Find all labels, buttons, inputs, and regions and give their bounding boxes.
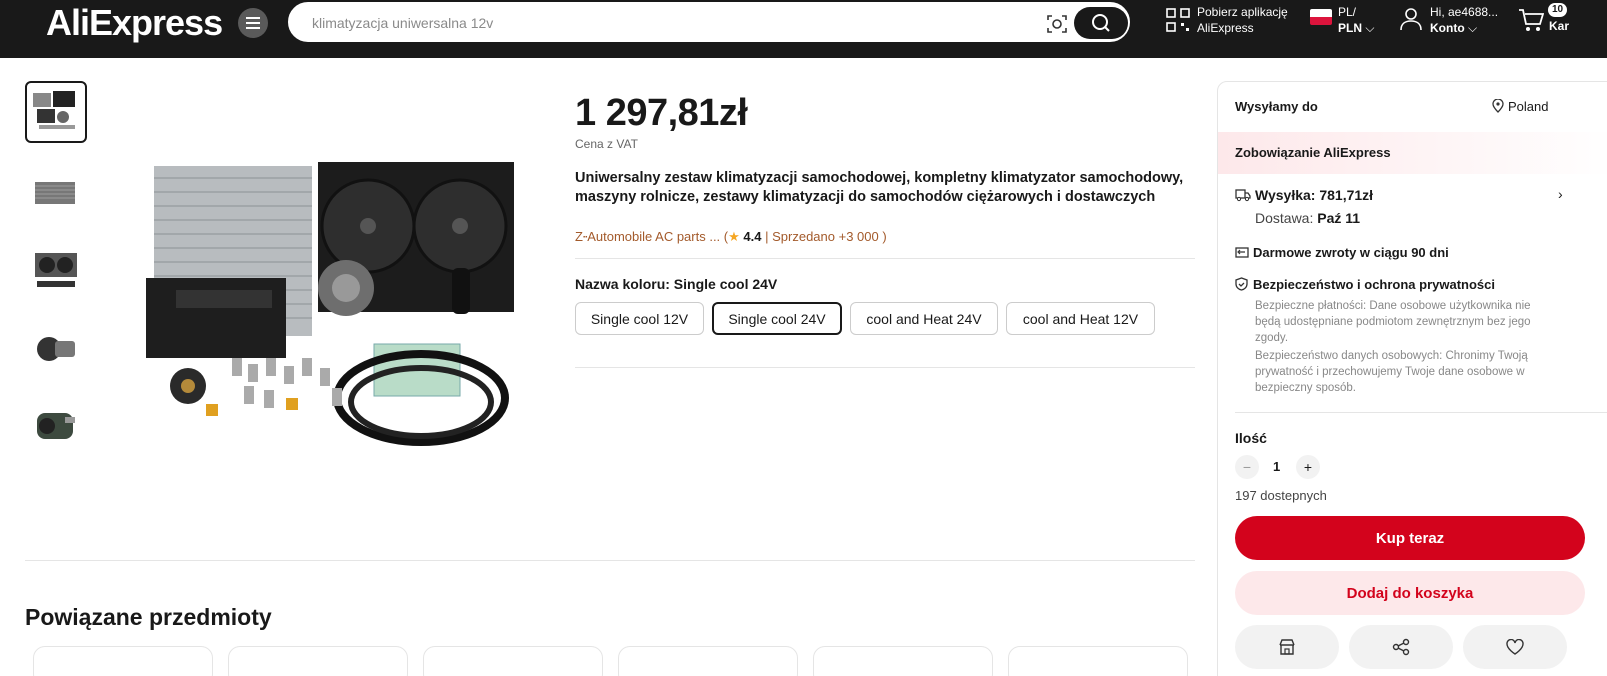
related-item-card[interactable] (813, 646, 993, 676)
heart-icon (1506, 639, 1524, 655)
ship-to-label: Wysyłamy do (1235, 99, 1318, 114)
secure-payments-desc: Bezpieczne płatności: Dane osobowe użytk… (1255, 300, 1531, 344)
quantity-decrease-button[interactable]: − (1235, 455, 1259, 479)
free-returns-label: Darmowe zwroty w ciągu 90 dni (1253, 245, 1449, 260)
search-icon (1092, 14, 1110, 32)
location-pin-icon (1492, 99, 1504, 113)
account-label: Konto (1430, 21, 1465, 35)
cart-count-badge: 10 (1548, 3, 1568, 17)
available-stock: 197 dostepnych (1235, 488, 1327, 503)
store-button[interactable] (1235, 625, 1339, 669)
top-header: AliExpress klimatyzacja uniwersalna 12v … (0, 0, 1607, 58)
aliexpress-logo[interactable]: AliExpress (46, 2, 223, 44)
user-icon (1400, 8, 1422, 31)
delivery-prefix: Dostawa: (1255, 210, 1314, 226)
product-title: Uniwersalny zestaw klimatyzacji samochod… (575, 170, 1184, 205)
security-label: Bezpieczeństwo i ochrona prywatności (1253, 277, 1495, 292)
store-icon (1279, 639, 1295, 655)
related-items-heading: Powiązane przedmioty (25, 604, 272, 630)
main-product-image[interactable] (136, 158, 518, 454)
security-row: Bezpieczeństwo i ochrona prywatności (1235, 277, 1495, 292)
poland-flag-icon (1310, 9, 1332, 25)
compressor-side-thumbnail-image (37, 413, 75, 439)
shipping-cost: Wysyłka: 781,71zł (1255, 187, 1374, 203)
thumbnail-4[interactable] (25, 317, 87, 379)
fans-thumbnail-image (35, 253, 77, 287)
hamburger-icon (246, 17, 260, 29)
star-icon: ★ (728, 229, 740, 244)
thumbnail-2[interactable] (25, 161, 87, 223)
image-search-icon[interactable] (1046, 13, 1068, 35)
app-line2: AliExpress (1197, 21, 1254, 35)
divider (575, 367, 1195, 368)
option-single-cool-24v[interactable]: Single cool 24V (712, 302, 842, 335)
add-to-cart-button[interactable]: Dodaj do koszyka (1235, 571, 1585, 615)
commitment-label: Zobowiązanie AliExpress (1235, 145, 1391, 160)
thumbnail-5[interactable] (25, 395, 87, 457)
chevron-down-icon: ⌵ (1365, 21, 1375, 35)
shield-icon (1235, 277, 1248, 291)
cart-label: Kar (1549, 19, 1570, 33)
store-prefix: Z (575, 229, 583, 244)
sold-count: | Sprzedano +3 000 ) (765, 229, 887, 244)
thumbnail-3[interactable] (25, 237, 87, 299)
vat-note: Cena z VAT (575, 137, 638, 151)
aliexpress-commitment-banner: Zobowiązanie AliExpress (1218, 132, 1607, 174)
menu-button[interactable] (238, 8, 268, 38)
related-item-card[interactable] (228, 646, 408, 676)
ship-to-country[interactable]: Poland (1508, 99, 1548, 114)
search-input[interactable]: klimatyzacja uniwersalna 12v (312, 15, 493, 31)
free-returns-row: Darmowe zwroty w ciągu 90 dni (1235, 245, 1449, 260)
option-cool-and-heat-24v[interactable]: cool and Heat 24V (850, 302, 998, 335)
compressor-thumbnail-image (37, 337, 75, 361)
cart-icon (1519, 9, 1545, 31)
condenser-thumbnail-image (35, 182, 75, 204)
option-cool-and-heat-12v[interactable]: cool and Heat 12V (1006, 302, 1155, 335)
user-greeting: Hi, ae4688... (1430, 5, 1499, 19)
divider (575, 258, 1195, 259)
chevron-down-icon: ⌵ (1468, 21, 1478, 35)
color-label: Nazwa koloru: Single cool 24V (575, 276, 778, 292)
purchase-panel: Wysyłamy do Poland Zobowiązanie AliExpre… (1217, 81, 1607, 676)
delivery-date: Paź 11 (1317, 210, 1361, 226)
product-price: 1 297,81zł (575, 92, 748, 134)
chevron-right-icon[interactable]: › (1558, 186, 1563, 202)
returns-icon (1235, 247, 1249, 258)
thumbnail-1[interactable] (25, 81, 87, 143)
truck-icon (1235, 189, 1251, 202)
qr-code-icon (1166, 8, 1190, 32)
search-button[interactable] (1074, 7, 1128, 39)
section-divider (25, 560, 1195, 561)
related-item-card[interactable] (423, 646, 603, 676)
quantity-label: Ilość (1235, 430, 1267, 446)
share-button[interactable] (1349, 625, 1453, 669)
currency-label: PLN (1338, 21, 1362, 35)
store-link[interactable]: Z▪▪Automobile AC parts ... (★ 4.4 | Sprz… (575, 229, 887, 245)
buy-now-button[interactable]: Kup teraz (1235, 516, 1585, 560)
store-rating: 4.4 (743, 229, 762, 244)
wishlist-button[interactable] (1463, 625, 1567, 669)
language-currency-selector[interactable]: PL/ PLN ⌵ (1338, 4, 1374, 36)
search-bar: klimatyzacja uniwersalna 12v (288, 2, 1130, 42)
related-item-card[interactable] (618, 646, 798, 676)
data-security-desc: Bezpieczeństwo danych osobowych: Chronim… (1255, 350, 1528, 394)
related-item-card[interactable] (33, 646, 213, 676)
related-item-card[interactable] (1008, 646, 1188, 676)
divider (1235, 412, 1607, 413)
product-thumbnail-image (33, 91, 75, 129)
store-name: Automobile AC parts ... (587, 229, 721, 244)
app-line1: Pobierz aplikację (1197, 5, 1288, 19)
quantity-increase-button[interactable]: + (1296, 455, 1320, 479)
lang-line1: PL/ (1338, 5, 1357, 19)
cart-link[interactable] (1518, 8, 1545, 36)
option-single-cool-12v[interactable]: Single cool 12V (575, 302, 704, 335)
share-icon (1392, 638, 1410, 656)
quantity-value[interactable]: 1 (1273, 459, 1280, 474)
